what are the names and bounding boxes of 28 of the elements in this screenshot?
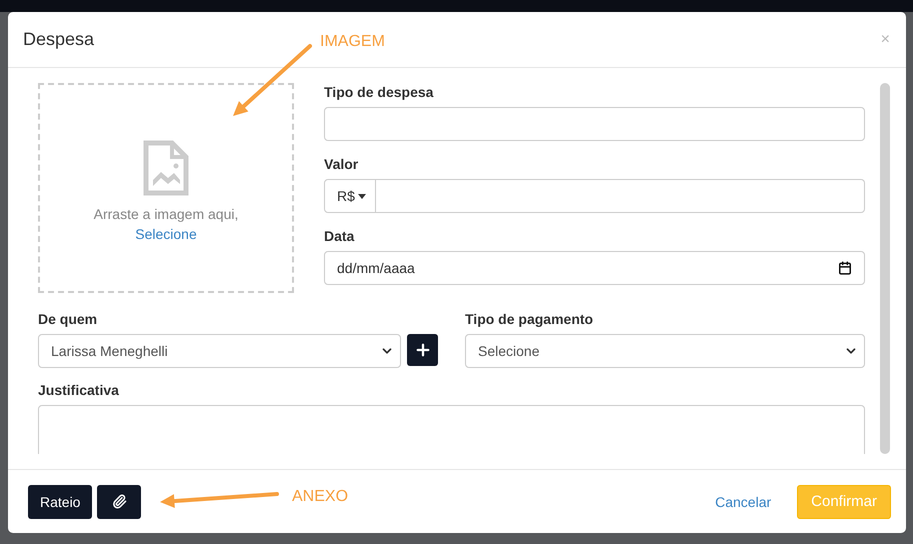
field-label: Tipo de pagamento: [465, 311, 594, 327]
field-label: Data: [324, 228, 356, 244]
field-label: Tipo de despesa: [324, 84, 434, 100]
drop-hint: Arraste a imagem aqui,: [94, 206, 238, 222]
field-label: Justificativa: [38, 382, 120, 398]
attach-button[interactable]: [97, 484, 142, 518]
plus-icon: [414, 341, 432, 359]
select-link[interactable]: Selecione: [135, 226, 197, 242]
image-file-icon: [143, 140, 189, 196]
payment-type-select[interactable]: Selecione: [465, 334, 865, 368]
calendar-icon[interactable]: [838, 261, 852, 275]
annotation-label: IMAGEM: [320, 33, 385, 51]
field-label: Valor: [324, 156, 360, 172]
person-select[interactable]: Larissa Meneghelli: [38, 334, 401, 368]
image-drop-zone[interactable]: Arraste a imagem aqui, Selecione: [38, 83, 294, 293]
paperclip-icon: [112, 494, 127, 509]
rateio-button[interactable]: Rateio: [28, 484, 92, 518]
cancel-link[interactable]: Cancelar: [715, 494, 772, 510]
caret-icon: [358, 194, 366, 198]
scrollbar[interactable]: [880, 83, 890, 454]
amount-field[interactable]: [376, 179, 865, 213]
date-field[interactable]: dd/mm/aaaa: [324, 251, 865, 285]
dialog-title: Despesa: [23, 29, 94, 50]
field-label: De quem: [38, 311, 98, 327]
expense-type-field[interactable]: [324, 107, 865, 141]
annotation-label: ANEXO: [292, 488, 348, 506]
currency-dropdown[interactable]: R$: [324, 179, 376, 213]
add-person-button[interactable]: [407, 334, 438, 366]
